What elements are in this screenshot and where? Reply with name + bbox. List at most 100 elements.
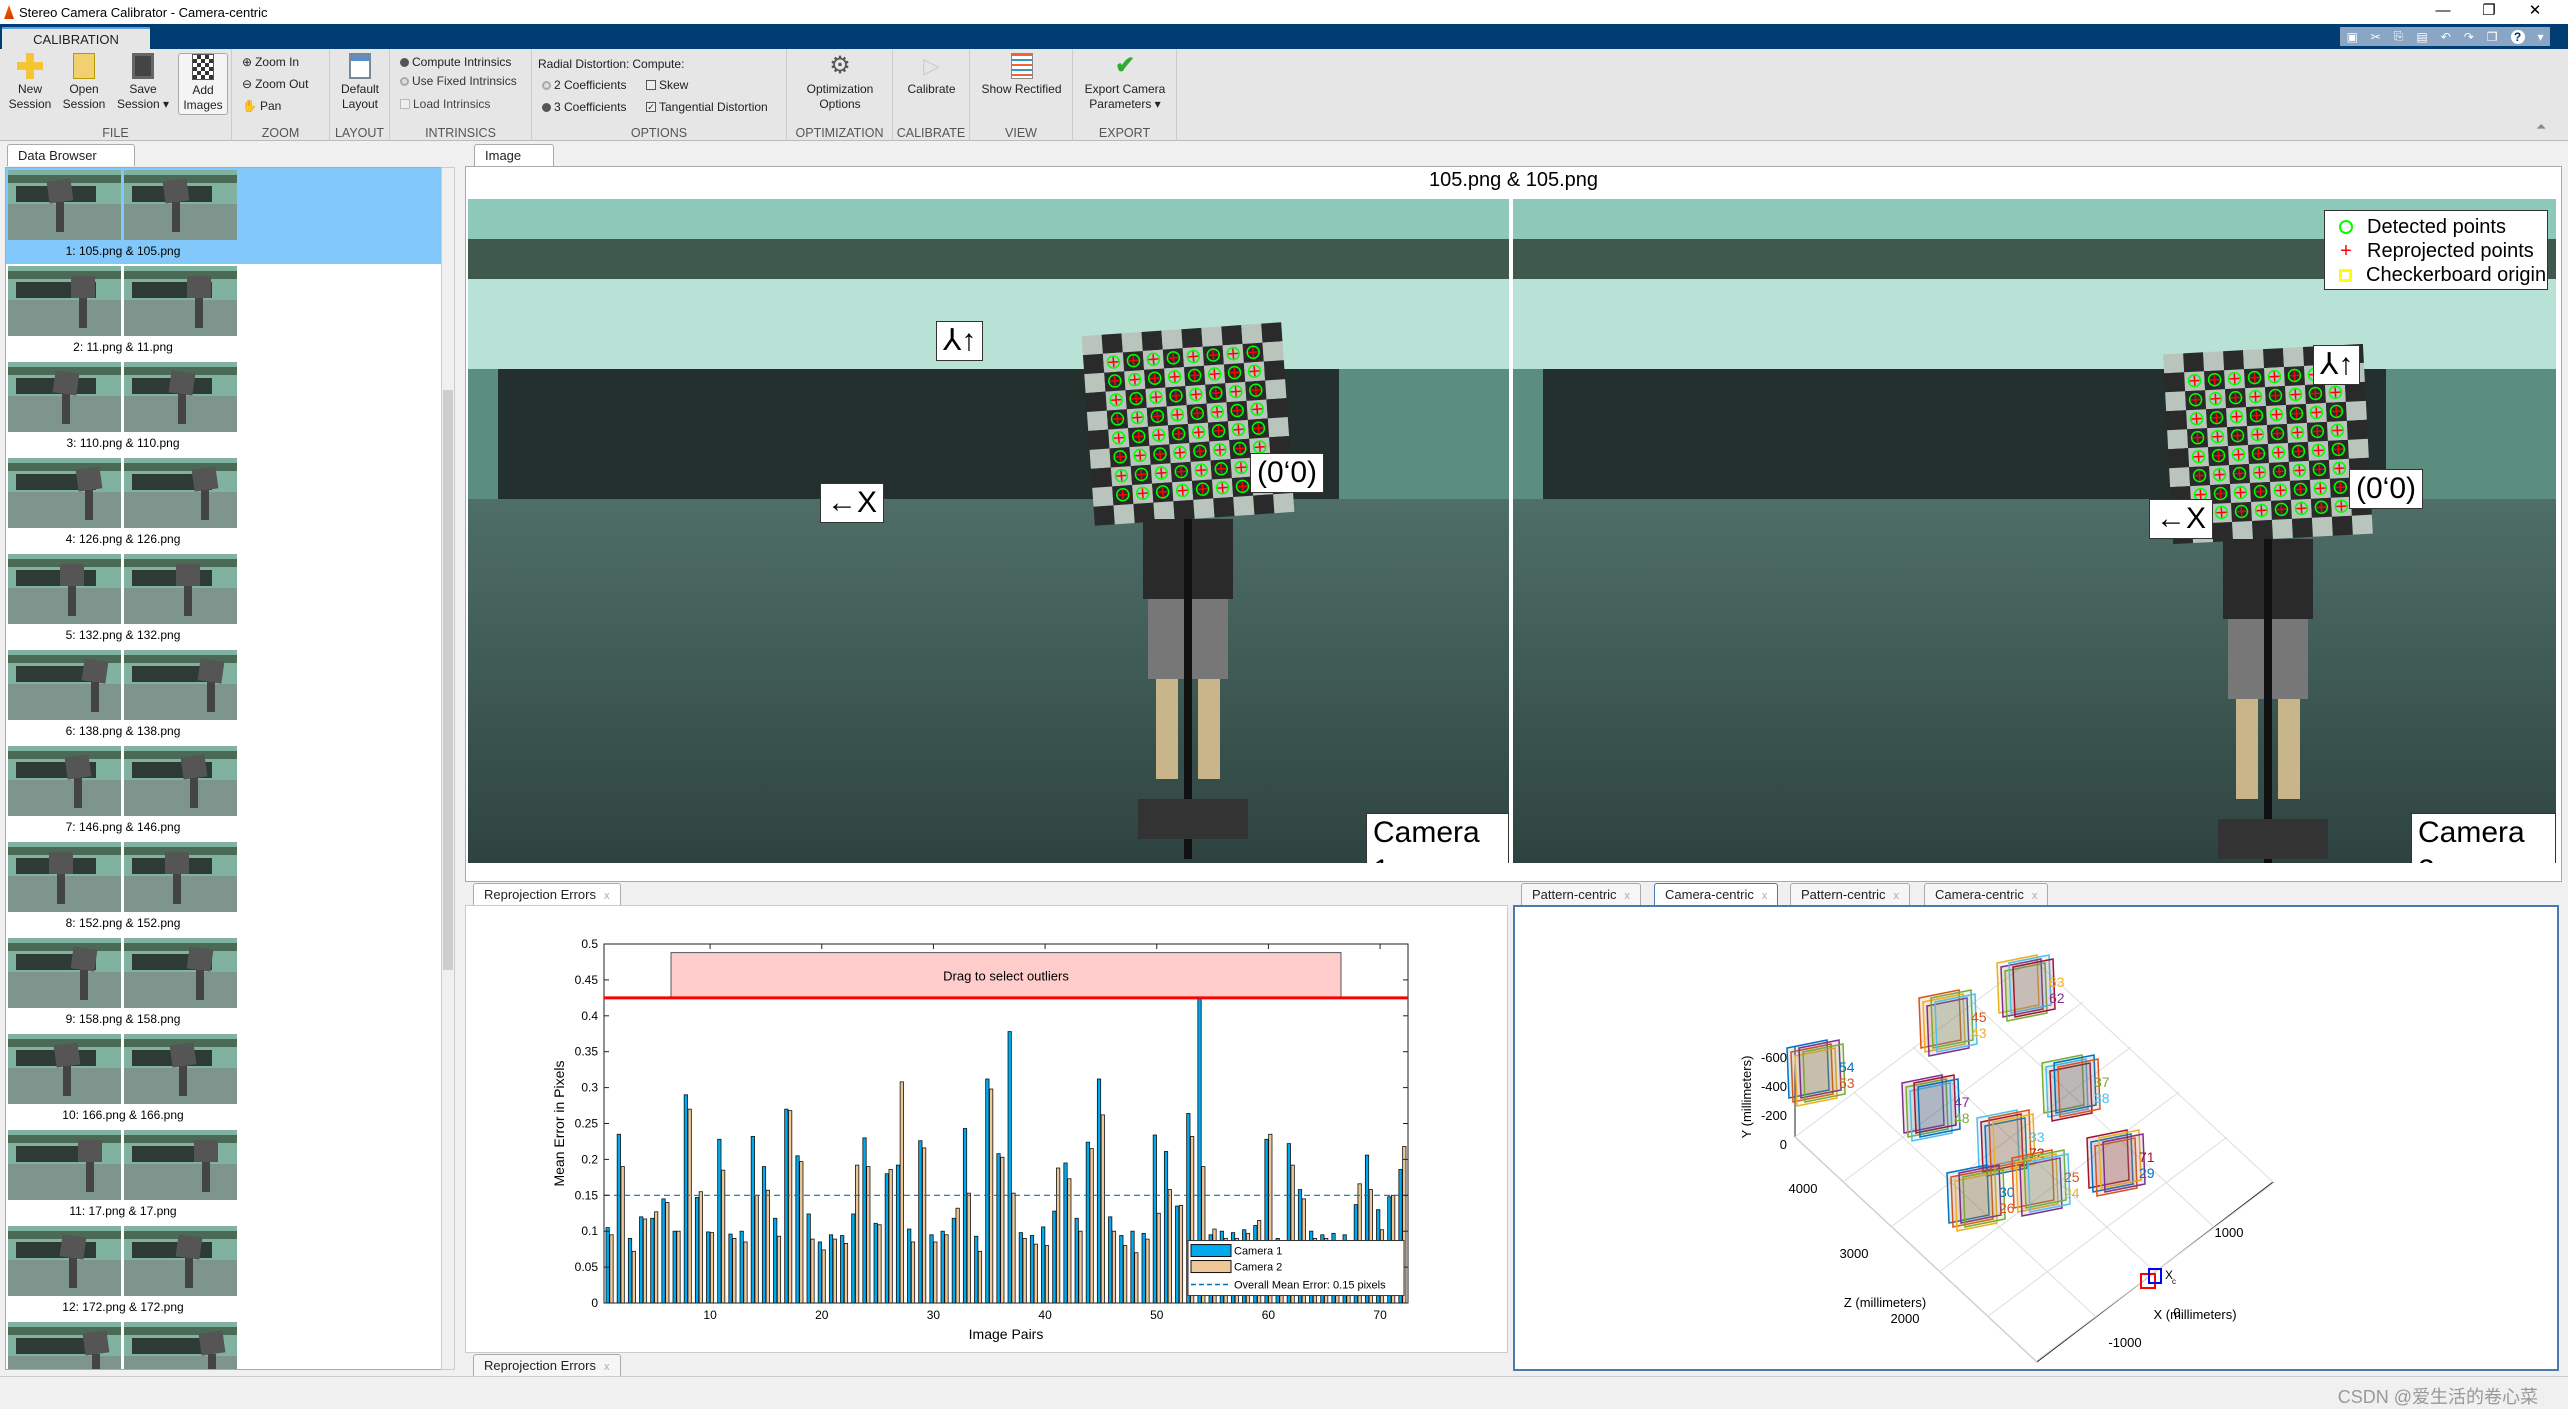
collapse-toolstrip-icon[interactable]: ⏶ xyxy=(2536,119,2546,135)
extrinsics-3d-plot[interactable]: -600-400-200040003000200010000-100001000… xyxy=(1515,907,2557,1369)
bar-camera1 xyxy=(795,1155,800,1304)
skew-checkbox[interactable]: Skew xyxy=(646,78,688,92)
data-browser-item[interactable]: 10: 166.png & 166.png xyxy=(6,1032,442,1128)
redo-icon[interactable]: ↷ xyxy=(2464,30,2474,44)
tangential-distortion-checkbox[interactable]: ✓ Tangential Distortion xyxy=(646,100,768,114)
stand-base xyxy=(2218,819,2328,859)
show-rectified-button[interactable]: Show Rectified xyxy=(974,53,1069,97)
close-tab-icon[interactable]: x xyxy=(604,890,610,902)
bar-camera2 xyxy=(843,1243,849,1304)
pattern-label: 38 xyxy=(2094,1090,2110,1106)
optimization-options-button[interactable]: ⚙ Optimization Options xyxy=(791,53,889,112)
data-browser-item[interactable]: 12: 172.png & 172.png xyxy=(6,1224,442,1320)
help-icon[interactable]: ? xyxy=(2510,29,2525,44)
data-browser-item[interactable]: 9: 158.png & 158.png xyxy=(6,936,442,1032)
data-browser-item[interactable]: 2: 11.png & 11.png xyxy=(6,264,442,360)
bar-camera2 xyxy=(743,1241,748,1304)
add-images-button[interactable]: Add Images xyxy=(178,53,228,115)
y-tick-label: -600 xyxy=(1761,1050,1787,1065)
data-browser-item[interactable]: 4: 126.png & 126.png xyxy=(6,456,442,552)
camera1-image[interactable]: ⅄↑ ←X (0‘0) Camera 1 xyxy=(468,199,1509,863)
tab-pattern-centric[interactable]: Pattern-centric x xyxy=(1790,883,1911,905)
zoom-in-button[interactable]: ⊕ Zoom In xyxy=(242,55,299,69)
window-icon[interactable]: ❐ xyxy=(2487,30,2498,44)
close-tab-icon[interactable]: x xyxy=(1894,890,1900,902)
tab-data-browser[interactable]: Data Browser xyxy=(7,144,135,166)
close-tab-icon[interactable]: x xyxy=(2032,890,2038,902)
data-browser-item[interactable] xyxy=(6,1320,442,1369)
cut-icon[interactable]: ✂ xyxy=(2371,30,2381,44)
compute-intrinsics-radio[interactable]: Compute Intrinsics xyxy=(400,55,511,69)
bar-camera2 xyxy=(609,1234,614,1304)
camera2-image[interactable]: ⅄↑ ←X (0‘0) Camera 2 xyxy=(1513,199,2556,863)
y-tick-label: 0.5 xyxy=(581,937,598,951)
scrollbar-thumb[interactable] xyxy=(443,390,453,970)
fixed-intrinsics-radio[interactable]: Use Fixed Intrinsics xyxy=(400,74,517,88)
copy-icon[interactable]: ⎘ xyxy=(2394,29,2404,44)
undo-icon[interactable]: ↶ xyxy=(2441,30,2451,44)
person-leg xyxy=(1198,679,1220,779)
bar-camera1 xyxy=(873,1222,878,1304)
pan-button[interactable]: ✋ Pan xyxy=(242,99,281,113)
checker-square xyxy=(1173,499,1195,521)
group-layout: Default Layout LAYOUT xyxy=(330,49,390,141)
save-icon[interactable]: ▣ xyxy=(2346,30,2357,44)
close-tab-icon[interactable]: x xyxy=(604,1361,610,1373)
three-coefficients-radio[interactable]: 3 Coefficients xyxy=(542,100,627,114)
zoom-out-button[interactable]: ⊖ Zoom Out xyxy=(242,77,308,91)
bar-camera2 xyxy=(877,1224,882,1304)
y-tick-label: 0.05 xyxy=(575,1260,599,1274)
two-coefficients-radio[interactable]: 2 Coefficients xyxy=(542,78,627,92)
data-browser-item[interactable]: 11: 17.png & 17.png xyxy=(6,1128,442,1224)
paste-icon[interactable]: ▤ xyxy=(2416,30,2427,44)
checkmark-icon: ✔ xyxy=(1114,52,1136,79)
default-layout-button[interactable]: Default Layout xyxy=(334,53,386,112)
x-tick-label: 10 xyxy=(703,1308,717,1322)
data-browser-item[interactable]: 3: 110.png & 110.png xyxy=(6,360,442,456)
menu-icon[interactable]: ▾ xyxy=(2537,30,2543,44)
new-session-button[interactable]: New Session xyxy=(4,53,56,112)
checker-square xyxy=(1081,334,1103,356)
bar-camera1 xyxy=(650,1217,655,1304)
data-browser-item[interactable]: 1: 105.png & 105.png xyxy=(6,168,442,264)
tab-image[interactable]: Image xyxy=(474,144,554,166)
tab-camera-centric[interactable]: Camera-centric x xyxy=(1654,883,1779,905)
group-label-export: EXPORT xyxy=(1098,126,1151,140)
tab-camera-centric[interactable]: Camera-centric x xyxy=(1924,883,2049,905)
data-browser-item[interactable]: 5: 132.png & 132.png xyxy=(6,552,442,648)
tab-reprojection-errors-2[interactable]: Reprojection Errors x xyxy=(473,1354,621,1376)
close-button[interactable]: ✕ xyxy=(2512,0,2558,24)
bar-camera1 xyxy=(985,1078,990,1304)
floppy-icon xyxy=(132,53,154,79)
bar-camera2 xyxy=(1145,1238,1150,1304)
open-session-button[interactable]: Open Session xyxy=(58,53,110,112)
calibrate-button[interactable]: ▷ Calibrate xyxy=(897,53,966,97)
group-label-calibrate: CALIBRATE xyxy=(896,126,966,140)
bar-camera1 xyxy=(728,1233,733,1304)
restore-button[interactable]: ❐ xyxy=(2466,0,2512,24)
data-browser-item[interactable]: 7: 146.png & 146.png xyxy=(6,744,442,840)
close-tab-icon[interactable]: x xyxy=(1762,890,1768,902)
save-session-button[interactable]: Save Session ▾ xyxy=(112,53,174,112)
bar-camera2 xyxy=(1056,1167,1061,1304)
bar-camera2 xyxy=(1067,1178,1072,1304)
data-browser-item-label: 1: 105.png & 105.png xyxy=(65,244,181,258)
ceiling xyxy=(468,199,1509,239)
minimize-button[interactable]: — xyxy=(2420,0,2466,24)
data-browser-item[interactable]: 6: 138.png & 138.png xyxy=(6,648,442,744)
bar-camera2 xyxy=(687,1108,692,1304)
tab-pattern-centric[interactable]: Pattern-centric x xyxy=(1521,883,1642,905)
tab-calibration[interactable]: CALIBRATION xyxy=(2,27,150,49)
bar-camera1 xyxy=(627,1237,633,1304)
reprojection-error-chart[interactable]: Drag to select outliers 0 0.05 0.1 0.15 0.2 0.… xyxy=(466,906,1507,1352)
close-tab-icon[interactable]: x xyxy=(1625,890,1631,902)
tab-reprojection-errors[interactable]: Reprojection Errors x xyxy=(473,883,621,905)
person-leg xyxy=(2236,699,2258,799)
layout-icon xyxy=(349,53,371,79)
thumbnail-image xyxy=(8,362,121,432)
data-browser-item[interactable]: 8: 152.png & 152.png xyxy=(6,840,442,936)
export-camera-parameters-button[interactable]: ✔ Export Camera Parameters ▾ xyxy=(1077,53,1173,112)
y-axis-label: Y (millimeters) xyxy=(1739,1056,1754,1139)
load-intrinsics-button[interactable]: Load Intrinsics xyxy=(400,97,490,111)
x-tick-label: 50 xyxy=(1150,1308,1164,1322)
